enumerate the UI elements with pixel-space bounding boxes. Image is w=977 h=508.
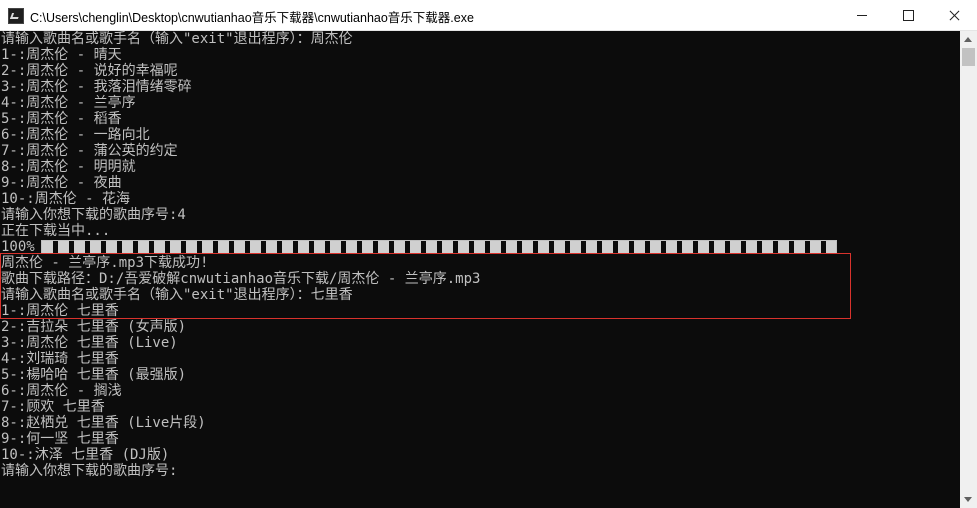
console-line: 5-:楊哈哈 七里香 (最强版) [1, 367, 187, 383]
console-output[interactable]: 请输入歌曲名或歌手名（输入"exit"退出程序）：周杰伦 1-:周杰伦 - 晴天 2… [0, 31, 960, 508]
console-line: 请输入你想下载的歌曲序号:4 [1, 207, 186, 223]
console-line: 4-:刘瑞琦 七里香 [1, 351, 119, 367]
console-line: 4-:周杰伦 - 兰亭序 [1, 95, 136, 111]
window-title: C:\Users\chenglin\Desktop\cnwutianhao音乐下… [30, 11, 474, 25]
console-line: 3-:周杰伦 七里香 (Live) [1, 335, 178, 351]
console-line: 请输入你想下载的歌曲序号: [1, 463, 178, 479]
console-line: 请输入歌曲名或歌手名（输入"exit"退出程序）：周杰伦 [1, 31, 353, 47]
scroll-down-arrow-icon[interactable] [960, 491, 977, 508]
console-line: 9-:周杰伦 - 夜曲 [1, 175, 122, 191]
scrollbar-thumb[interactable] [962, 48, 975, 66]
progress-bar-fill [42, 241, 836, 253]
console-line: 10-:沐泽 七里香 (DJ版) [1, 447, 170, 463]
maximize-icon[interactable] [885, 0, 931, 31]
console-line: 2-:周杰伦 - 说好的幸福呢 [1, 63, 178, 79]
console-line: 6-:周杰伦 - 搁浅 [1, 383, 122, 399]
console-line: 7-:周杰伦 - 蒲公英的约定 [1, 143, 178, 159]
console-line: 8-:赵栖兑 七里香 (Live片段) [1, 415, 206, 431]
console-line: 3-:周杰伦 - 我落泪情绪零碎 [1, 79, 192, 95]
vertical-scrollbar[interactable] [960, 31, 977, 508]
console-line: 2-:吉拉朵 七里香 (女声版) [1, 319, 187, 335]
scroll-up-arrow-icon[interactable] [960, 31, 977, 48]
minimize-icon[interactable] [839, 0, 885, 31]
console-line: 6-:周杰伦 - 一路向北 [1, 127, 150, 143]
title-bar[interactable]: C:\Users\chenglin\Desktop\cnwutianhao音乐下… [0, 0, 977, 31]
console-line: 5-:周杰伦 - 稻香 [1, 111, 122, 127]
console-line: 8-:周杰伦 - 明明就 [1, 159, 136, 175]
console-line: 10-:周杰伦 - 花海 [1, 191, 131, 207]
search-results-jay-chou: 请输入歌曲名或歌手名（输入"exit"退出程序）：周杰伦 1-:周杰伦 - 晴天 2… [0, 31, 960, 223]
close-icon[interactable] [931, 0, 977, 31]
progress-bar [40, 240, 837, 254]
console-window: C:\Users\chenglin\Desktop\cnwutianhao音乐下… [0, 0, 977, 508]
download-highlight-box [0, 253, 851, 319]
console-line: 9-:何一坚 七里香 [1, 431, 119, 447]
console-line: 7-:顾欢 七里香 [1, 399, 105, 415]
console-line: 1-:周杰伦 - 晴天 [1, 47, 122, 63]
console-app-icon [8, 8, 24, 24]
download-status: 正在下载当中... [1, 223, 111, 239]
